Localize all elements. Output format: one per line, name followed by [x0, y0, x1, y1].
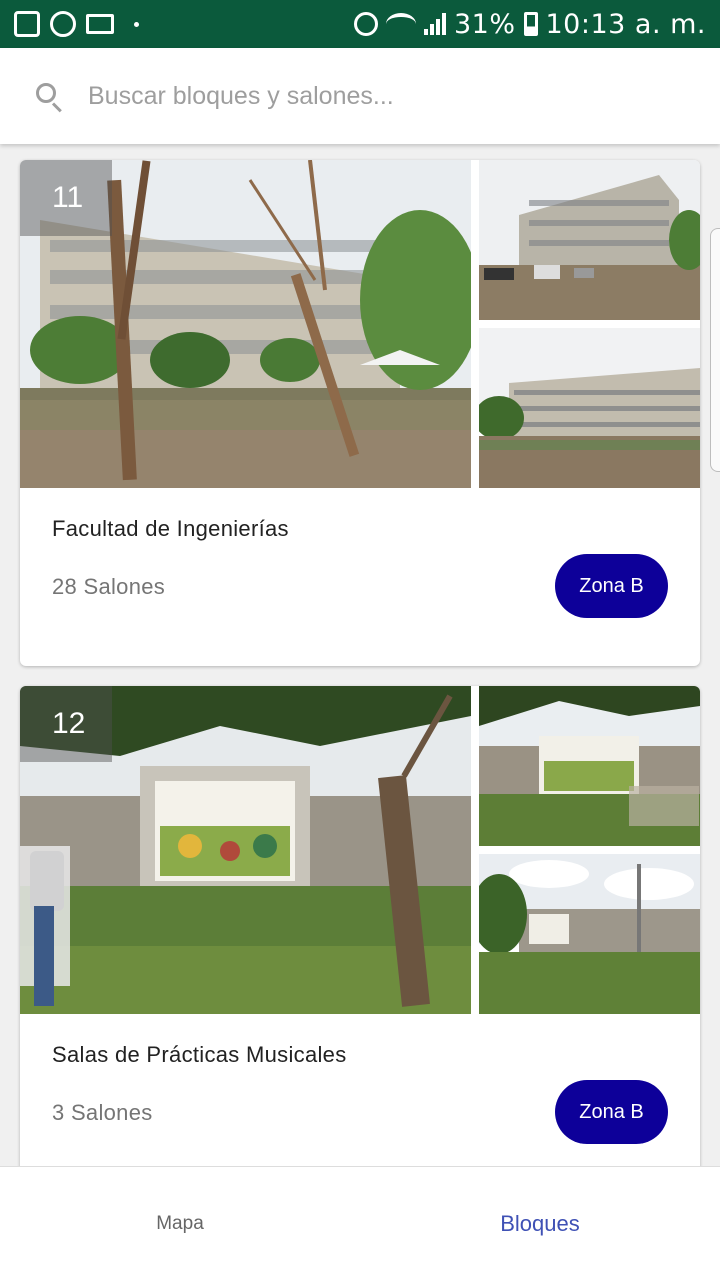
nav-item-mapa[interactable]: Mapa: [0, 1167, 360, 1280]
laptop-icon: [86, 14, 114, 34]
block-number: 11: [20, 160, 112, 236]
alarm-icon: [353, 12, 378, 36]
side-photo-top: [479, 686, 700, 846]
signal-icon: [423, 13, 446, 35]
block-card-11[interactable]: 11 Facultad de Ingenierías 28 Salones Zo…: [20, 160, 700, 666]
main-photo: 11: [20, 160, 471, 488]
dot-icon: [134, 21, 139, 27]
block-card-12[interactable]: 12 Salas de Prácticas Musicales 3 Salone…: [20, 686, 700, 1166]
room-count: 28 Salones: [52, 574, 166, 599]
battery-percent: 31%: [453, 8, 516, 40]
zone-button[interactable]: Zona B: [555, 1080, 668, 1144]
gallery-icon: [14, 11, 40, 37]
zone-button[interactable]: Zona B: [555, 554, 668, 618]
nav-item-bloques[interactable]: Bloques: [360, 1167, 720, 1280]
block-title: Facultad de Ingenierías: [52, 516, 289, 541]
block-list[interactable]: 11 Facultad de Ingenierías 28 Salones Zo…: [0, 144, 720, 1166]
whatsapp-icon: [50, 11, 76, 37]
block-number: 12: [20, 686, 112, 762]
status-time: 10:13 a. m.: [545, 8, 706, 40]
main-photo: 12: [20, 686, 471, 1014]
block-title: Salas de Prácticas Musicales: [52, 1042, 347, 1067]
search-input[interactable]: [88, 81, 668, 111]
scroll-handle[interactable]: [710, 228, 720, 472]
side-photo-bottom: [479, 328, 700, 488]
room-count: 3 Salones: [52, 1100, 153, 1125]
wifi-icon: [385, 13, 416, 35]
battery-icon: [523, 12, 538, 36]
side-photo-bottom: [479, 854, 700, 1014]
status-bar: 31% 10:13 a. m.: [0, 0, 720, 48]
side-photo-top: [479, 160, 700, 320]
nav-label: Bloques: [500, 1210, 580, 1236]
search-icon[interactable]: [34, 81, 64, 113]
nav-label: Mapa: [156, 1212, 204, 1234]
block-photos: 11: [20, 160, 700, 488]
search-bar: [0, 48, 720, 144]
block-photos: 12: [20, 686, 700, 1014]
bottom-navigation: Mapa Bloques: [0, 1166, 720, 1280]
